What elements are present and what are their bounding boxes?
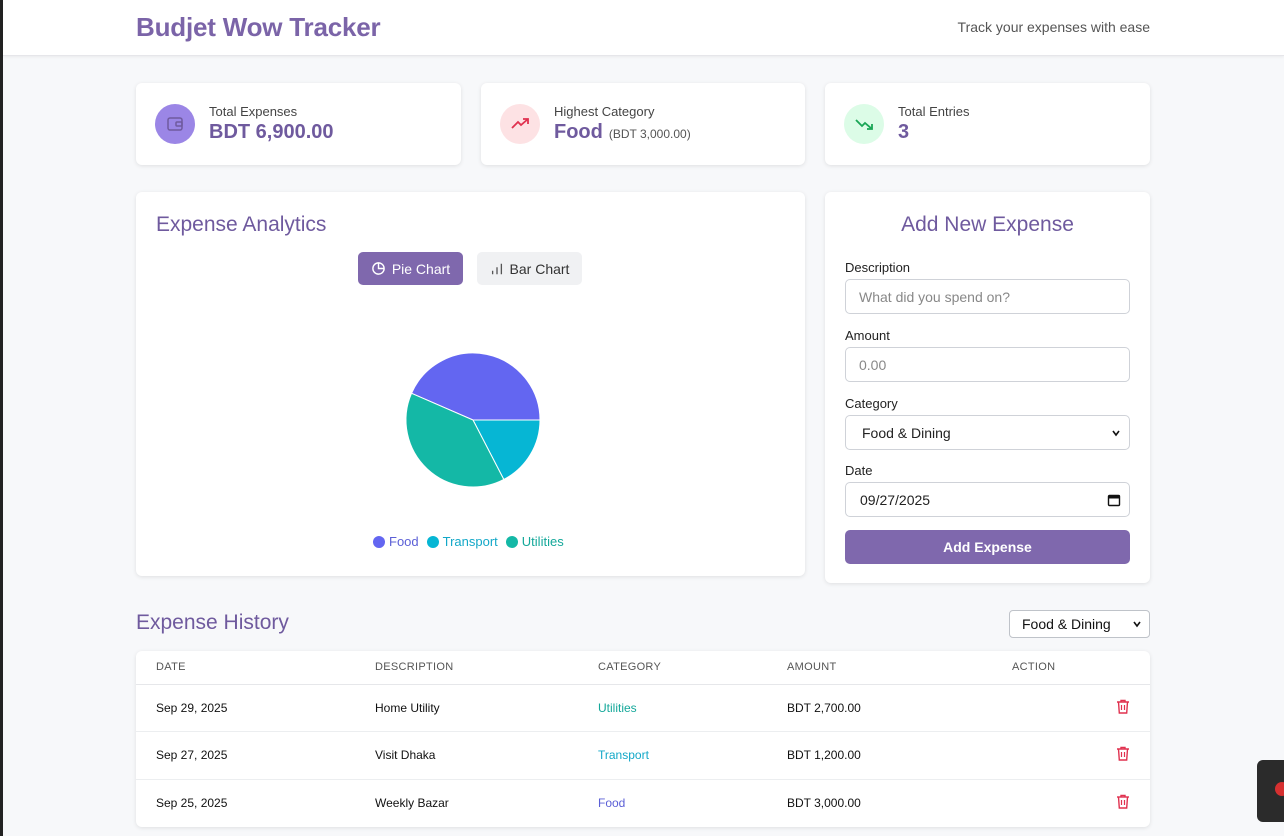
description-label: Description <box>845 260 911 275</box>
amount-input[interactable]: 0.00 <box>845 347 1130 382</box>
amount-placeholder: 0.00 <box>859 356 887 373</box>
stat-value: Food (BDT 3,000.00) <box>554 121 691 144</box>
trash-icon[interactable] <box>1116 794 1130 809</box>
category-filter-select[interactable]: Food & Dining <box>1009 610 1150 638</box>
date-cell: Sep 25, 2025 <box>156 796 228 810</box>
wallet-icon <box>155 104 195 144</box>
stat-label: Total Expenses <box>209 104 298 119</box>
column-header: CATEGORY <box>598 651 787 685</box>
column-header: DATE <box>136 651 375 685</box>
legend-label: Transport <box>442 534 498 549</box>
amount-cell: BDT 2,700.00 <box>787 684 1012 732</box>
amount-cell: BDT 1,200.00 <box>787 731 1012 780</box>
legend-swatch <box>373 535 385 548</box>
amount-label: Amount <box>845 328 890 343</box>
legend-swatch <box>426 535 439 548</box>
add-expense-button[interactable]: Add Expense <box>845 530 1130 564</box>
category-select[interactable]: Food & Dining <box>845 415 1130 450</box>
column-header: AMOUNT <box>787 651 1012 685</box>
widget-icon <box>1275 782 1284 796</box>
app-tagline: Track your expenses with ease <box>957 19 1150 35</box>
category-cell: Food <box>598 796 626 810</box>
trash-icon[interactable] <box>1116 699 1130 714</box>
date-label: Date <box>845 463 873 478</box>
history-title: Expense History <box>136 611 289 634</box>
category-value: Food & Dining <box>862 424 951 441</box>
legend-item: Utilities <box>505 534 564 549</box>
trash-icon[interactable] <box>1116 746 1130 761</box>
analytics-card: Expense Analytics Pie Chart Bar Chart Fo… <box>136 192 805 576</box>
stat-label: Total Entries <box>898 104 970 119</box>
legend-label: Food <box>389 534 419 549</box>
stat-card-total-entries: Total Entries 3 <box>825 83 1150 165</box>
date-cell: Sep 27, 2025 <box>136 731 375 780</box>
description-cell: Visit Dhaka <box>375 731 598 780</box>
action-cell <box>1012 684 1150 732</box>
stat-label: Highest Category <box>554 104 655 119</box>
description-input[interactable]: What did you spend on? <box>845 279 1130 314</box>
floating-widget-button[interactable] <box>1257 760 1284 822</box>
stat-card-highest-category: Highest Category Food (BDT 3,000.00) <box>481 83 805 165</box>
legend-swatch <box>505 535 518 548</box>
date-input[interactable]: 09/27/2025 <box>845 482 1130 517</box>
category-cell: Transport <box>598 731 787 780</box>
legend-label: Utilities <box>521 534 564 549</box>
description-cell: Home Utility <box>375 684 598 732</box>
table-row: Sep 25, 2025 Weekly Bazar Food BDT 3,000… <box>136 779 1150 827</box>
table-row: Sep 27, 2025 Visit Dhaka Transport BDT 1… <box>136 731 1150 780</box>
pie-chart <box>405 352 541 488</box>
stat-card-total-expenses: Total Expenses BDT 6,900.00 <box>136 83 461 165</box>
column-header: DESCRIPTION <box>375 651 598 685</box>
history-table-card: DATE DESCRIPTION CATEGORY AMOUNT ACTION … <box>136 651 1150 827</box>
chart-legend: Food Transport Utilities <box>373 534 564 549</box>
amount-cell: BDT 3,000.00 <box>787 796 861 810</box>
chevron-down-icon <box>1112 430 1120 436</box>
stat-value: 3 <box>898 121 910 143</box>
date-value: 09/27/2025 <box>860 491 931 508</box>
category-label: Category <box>845 396 898 411</box>
chevron-down-icon <box>1133 621 1141 628</box>
calendar-icon[interactable] <box>1107 493 1121 507</box>
description-cell: Weekly Bazar <box>375 796 449 810</box>
table-header-row: DATE DESCRIPTION CATEGORY AMOUNT ACTION <box>136 651 1150 685</box>
app-header: Budjet Wow Tracker Track your expenses w… <box>3 0 1284 56</box>
column-header: ACTION <box>1012 651 1150 685</box>
category-cell: Utilities <box>598 684 787 732</box>
action-cell <box>1012 731 1150 780</box>
trending-down-icon <box>844 104 884 144</box>
date-cell: Sep 29, 2025 <box>136 684 375 732</box>
trending-up-icon <box>500 104 540 144</box>
form-title: Add New Expense <box>901 213 1074 236</box>
description-placeholder: What did you spend on? <box>859 288 1010 305</box>
action-cell <box>1012 779 1150 827</box>
legend-item: Food <box>373 534 419 549</box>
highest-category-name: Food <box>554 121 603 143</box>
expense-table: DATE DESCRIPTION CATEGORY AMOUNT ACTION … <box>136 651 1150 827</box>
stat-value: BDT 6,900.00 <box>209 121 334 143</box>
filter-value: Food & Dining <box>1022 616 1111 632</box>
legend-item: Transport <box>426 534 498 549</box>
app-title: Budjet Wow Tracker <box>136 12 381 42</box>
add-expense-card: Add New Expense Description What did you… <box>825 192 1150 583</box>
table-row: Sep 29, 2025 Home Utility Utilities BDT … <box>136 684 1150 732</box>
highest-category-amount: (BDT 3,000.00) <box>608 127 691 141</box>
